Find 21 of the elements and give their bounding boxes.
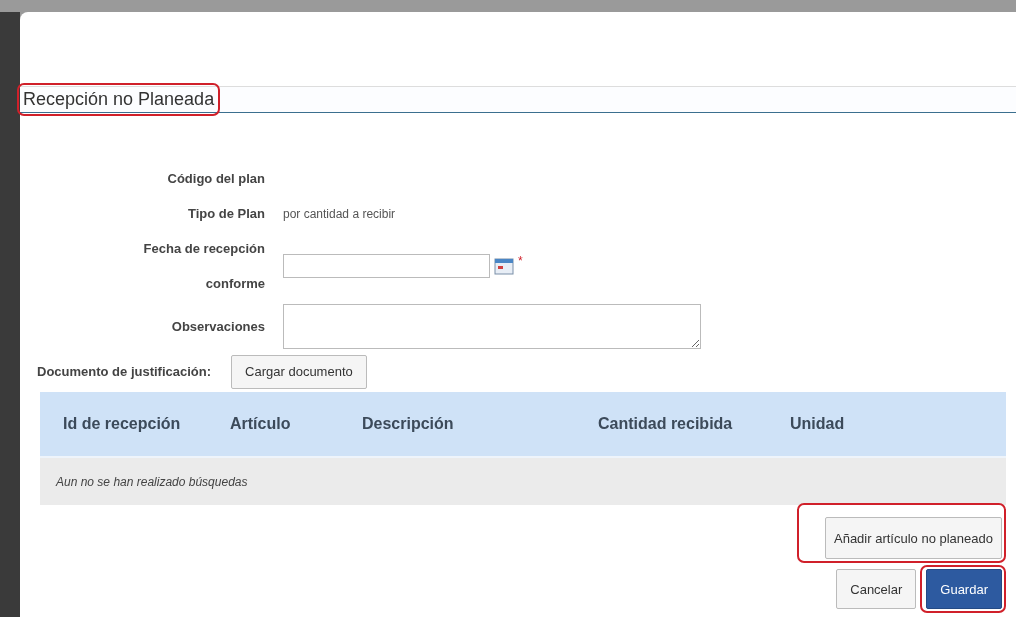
- field-label: Observaciones: [171, 318, 265, 336]
- dialog-title: Recepción no Planeada: [23, 89, 215, 110]
- upload-label: Documento de justificación:: [37, 363, 212, 381]
- column-header: Unidad: [790, 415, 846, 433]
- date-field[interactable]: [283, 254, 490, 278]
- observations-field[interactable]: [283, 304, 701, 349]
- field-value: por cantidad a recibir: [283, 206, 396, 221]
- upload-button[interactable]: Cargar documento: [231, 354, 367, 389]
- save-button[interactable]: Guardar: [926, 569, 1002, 609]
- field-label: Código del plan: [167, 170, 265, 188]
- empty-message: Aun no se han realizado búsquedas: [56, 474, 248, 489]
- column-header: Cantidad recibida: [598, 415, 734, 433]
- column-header: Artículo: [230, 415, 292, 433]
- calendar-icon[interactable]: [494, 257, 514, 275]
- field-label: Fecha de recepción conforme: [142, 240, 265, 293]
- column-header: Descripción: [362, 415, 455, 433]
- field-label: Tipo de Plan: [187, 205, 265, 223]
- cancel-button[interactable]: Cancelar: [836, 569, 917, 609]
- column-header: Id de recepción: [63, 415, 182, 433]
- required-mark: *: [518, 254, 523, 268]
- add-item-button[interactable]: Añadir artículo no planeado: [825, 517, 1002, 559]
